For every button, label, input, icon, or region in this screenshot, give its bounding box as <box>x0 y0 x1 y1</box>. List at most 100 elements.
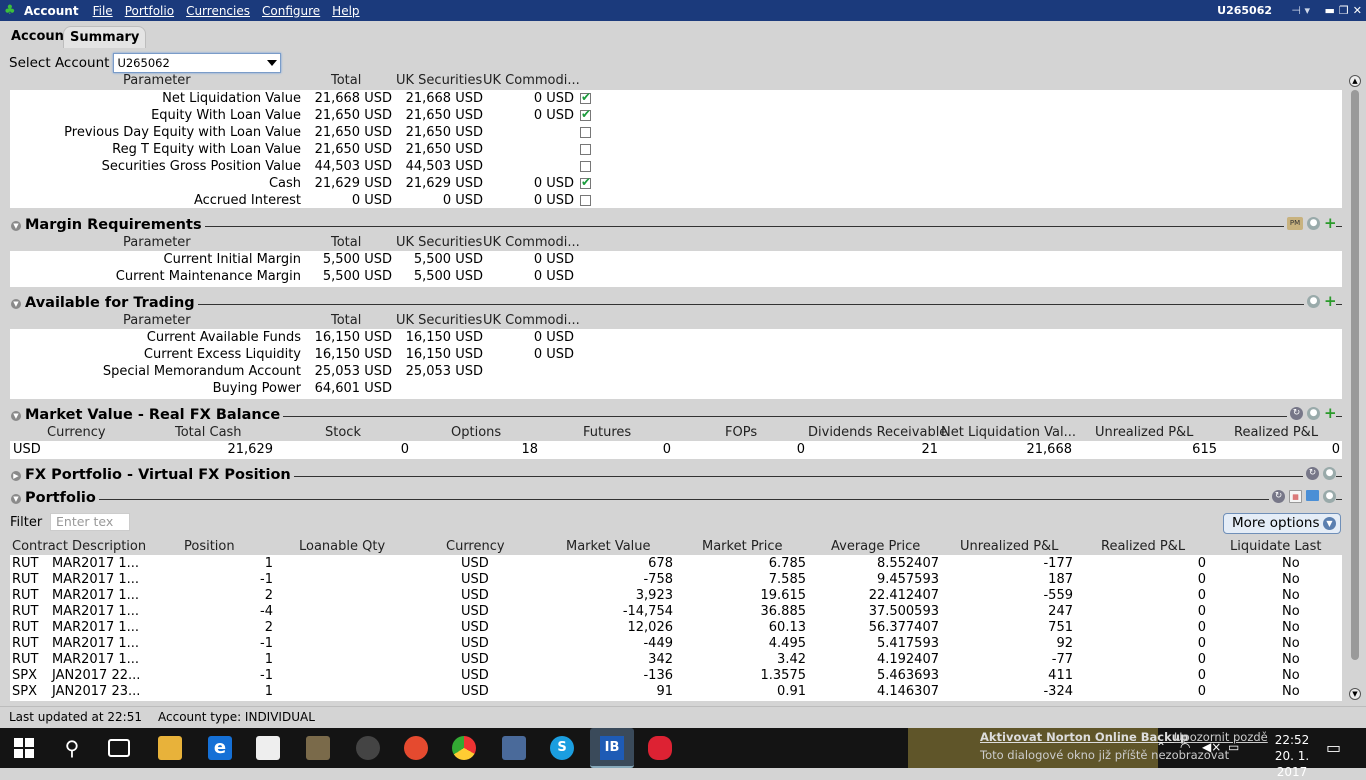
col-header-uk-securities[interactable]: UK Securities <box>396 235 482 251</box>
pin-icon[interactable]: ⊣ ▾ <box>1291 4 1310 17</box>
mv-col-header[interactable]: Futures <box>583 425 631 441</box>
row-checkbox[interactable] <box>580 90 591 104</box>
mv-col-header[interactable]: Total Cash <box>175 425 242 441</box>
portfolio-col-header[interactable]: Loanable Qty <box>299 539 385 555</box>
menu-help[interactable]: Help <box>332 4 359 18</box>
col-header-uk-commodities[interactable]: UK Commodi... <box>483 313 580 329</box>
mv-col-header[interactable]: Unrealized P&L <box>1095 425 1193 441</box>
portfolio-col-header[interactable]: Average Price <box>831 539 920 555</box>
row-checkbox[interactable] <box>580 161 591 172</box>
keyboard-icon[interactable]: ▭ <box>1228 740 1239 754</box>
col-header-parameter[interactable]: Parameter <box>123 235 191 251</box>
file-explorer-icon[interactable] <box>158 736 182 760</box>
settings-icon[interactable]: ● <box>1307 407 1320 420</box>
portfolio-col-header[interactable]: Unrealized P&L <box>960 539 1058 555</box>
mv-col-header[interactable]: Realized P&L <box>1234 425 1318 441</box>
table-row[interactable]: Current Available Funds 16,150 USD 16,150 … <box>10 330 1342 347</box>
collapse-icon[interactable]: ▼ <box>11 221 21 231</box>
portfolio-col-header[interactable]: Liquidate Last <box>1230 539 1321 555</box>
notification-text[interactable]: Toto dialogové okno již příště nezobrazo… <box>980 748 1229 762</box>
scroll-thumb[interactable] <box>1351 90 1359 660</box>
mv-col-header[interactable]: FOPs <box>725 425 757 441</box>
portfolio-row[interactable]: SPX JAN2017 22... -1 USD -136 1.3575 5.463693 4… <box>10 668 1342 684</box>
menu-currencies[interactable]: Currencies <box>186 4 250 18</box>
portfolio-col-header[interactable]: Currency <box>446 539 505 555</box>
row-checkbox[interactable] <box>580 195 591 206</box>
mv-col-header[interactable]: Currency <box>47 425 106 441</box>
refresh-icon[interactable]: ↻ <box>1272 490 1285 503</box>
calendar-icon[interactable]: ▦ <box>1289 490 1302 503</box>
clock[interactable]: 22:52 20. 1. 2017 <box>1262 732 1322 780</box>
mv-col-header[interactable]: Net Liquidation Val... <box>941 425 1076 441</box>
row-checkbox[interactable] <box>580 144 591 155</box>
fx-portfolio-header[interactable]: ▶ FX Portfolio - Virtual FX Position ↻ ● <box>9 467 1342 485</box>
dropdown-arrow-icon[interactable] <box>267 60 278 66</box>
close-icon[interactable]: ✕ <box>1353 4 1362 17</box>
vertical-scrollbar[interactable]: ▲ ▼ <box>1348 74 1362 702</box>
market-value-header[interactable]: ▼ Market Value - Real FX Balance ↻ ● + <box>9 406 1342 425</box>
table-row[interactable]: Current Maintenance Margin 5,500 USD 5,500… <box>10 269 1342 286</box>
settings-icon[interactable]: ● <box>1307 295 1320 308</box>
restore-icon[interactable]: ❐ <box>1339 4 1349 17</box>
col-header-parameter[interactable]: Parameter <box>123 73 191 89</box>
table-row[interactable]: Previous Day Equity with Loan Value 21,65… <box>10 125 1342 142</box>
table-row[interactable]: Special Memorandum Account 25,053 USD 25,0… <box>10 364 1342 381</box>
add-icon[interactable]: + <box>1324 216 1337 231</box>
app-splat-icon[interactable] <box>648 736 672 760</box>
col-header-parameter[interactable]: Parameter <box>123 313 191 329</box>
menu-portfolio[interactable]: Portfolio <box>125 4 174 18</box>
add-icon[interactable]: + <box>1324 294 1337 309</box>
portfolio-col-header[interactable]: Market Price <box>702 539 783 555</box>
col-header-uk-securities[interactable]: UK Securities <box>396 73 482 89</box>
portfolio-col-header[interactable]: Market Value <box>566 539 651 555</box>
menu-file[interactable]: File <box>93 4 113 18</box>
refresh-icon[interactable]: ↻ <box>1290 407 1303 420</box>
mv-col-header[interactable]: Options <box>451 425 501 441</box>
ib-app-taskbar-button[interactable]: IB <box>590 728 634 768</box>
scroll-down-icon[interactable]: ▼ <box>1349 688 1361 700</box>
row-checkbox[interactable] <box>580 175 591 189</box>
portfolio-row[interactable]: RUT MAR2017 1... -4 USD -14,754 36.885 37.5005… <box>10 604 1342 620</box>
scroll-up-icon[interactable]: ▲ <box>1349 75 1361 87</box>
portfolio-col-header[interactable]: Position <box>184 539 235 555</box>
table-row[interactable]: USD 21,629 0 18 0 0 21 21,668 615 0 <box>10 442 1342 459</box>
collapse-icon[interactable]: ▼ <box>11 494 21 504</box>
account-select[interactable]: U265062 <box>113 53 282 73</box>
table-row[interactable]: Current Excess Liquidity 16,150 USD 16,150… <box>10 347 1342 364</box>
portfolio-row[interactable]: RUT MAR2017 1... 1 USD 342 3.42 4.192407 -77 0 No <box>10 652 1342 668</box>
row-checkbox[interactable] <box>580 127 591 138</box>
col-header-total[interactable]: Total <box>331 235 361 251</box>
add-icon[interactable]: + <box>1324 406 1337 421</box>
table-row[interactable]: Equity With Loan Value 21,650 USD 21,650 U… <box>10 107 1342 125</box>
settings-icon[interactable]: ● <box>1323 490 1336 503</box>
portfolio-row[interactable]: SPX JAN2017 23... 1 USD 91 0.91 4.146307 -324 0 N… <box>10 684 1342 700</box>
wifi-icon[interactable]: ◠ <box>1180 740 1190 754</box>
settings-icon[interactable]: ● <box>1323 467 1336 480</box>
portfolio-header[interactable]: ▼ Portfolio ↻ ▦ ● <box>9 490 1342 508</box>
portfolio-row[interactable]: RUT MAR2017 1... -1 USD -758 7.585 9.457593 187… <box>10 572 1342 588</box>
mv-col-header[interactable]: Dividends Receivable <box>808 425 947 441</box>
collapse-icon[interactable]: ▼ <box>11 411 21 421</box>
action-center-icon[interactable]: ▭ <box>1326 738 1341 757</box>
search-icon[interactable]: ⚲ <box>60 736 84 760</box>
volume-icon[interactable]: ◀× <box>1202 740 1221 754</box>
doc-viewer-icon[interactable] <box>306 736 330 760</box>
table-row[interactable]: Cash 21,629 USD 21,629 USD 0 USD <box>10 175 1342 193</box>
collapse-icon[interactable]: ▼ <box>11 299 21 309</box>
network-app-icon[interactable] <box>502 736 526 760</box>
minimize-icon[interactable]: ▬ <box>1325 4 1335 17</box>
more-options-button[interactable]: More options ▼ <box>1223 513 1341 534</box>
store-icon[interactable] <box>256 736 280 760</box>
margin-header[interactable]: ▼ Margin Requirements PM ● + <box>9 216 1342 235</box>
portfolio-row[interactable]: RUT MAR2017 1... -1 USD -449 4.495 5.417593 92 0… <box>10 636 1342 652</box>
menu-configure[interactable]: Configure <box>262 4 320 18</box>
media-player-icon[interactable] <box>356 736 380 760</box>
portfolio-row[interactable]: RUT MAR2017 1... 2 USD 3,923 19.615 22.412407 -… <box>10 588 1342 604</box>
col-header-total[interactable]: Total <box>331 313 361 329</box>
col-header-total[interactable]: Total <box>331 73 361 89</box>
col-header-uk-securities[interactable]: UK Securities <box>396 313 482 329</box>
table-row[interactable]: Net Liquidation Value 21,668 USD 21,668 US… <box>10 90 1342 108</box>
table-row[interactable]: Current Initial Margin 5,500 USD 5,500 USD… <box>10 252 1342 269</box>
expand-icon[interactable]: ▶ <box>11 471 21 481</box>
col-header-uk-commodities[interactable]: UK Commodi... <box>483 235 580 251</box>
